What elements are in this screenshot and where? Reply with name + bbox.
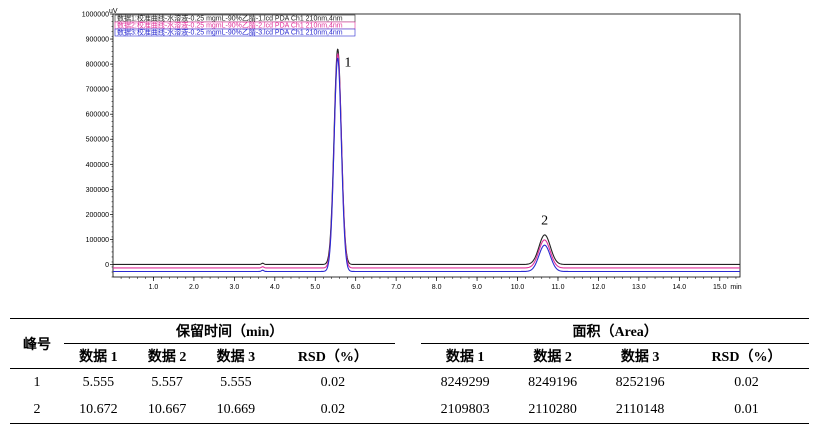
area-rsd-header: RSD（%） [711,350,782,365]
y-tick-label: 800000 [86,62,109,69]
x-tick-label: 11.0 [551,284,564,291]
rt-rsd: 0.02 [320,401,346,417]
y-axis-unit: uV [109,8,118,15]
y-tick-label: 200000 [86,212,109,219]
rt-rsd: 0.02 [320,374,346,390]
x-tick-label: 2.0 [189,284,199,291]
peak-number: 2 [33,401,41,417]
trace-line-1 [113,48,740,266]
x-tick-label: 13.0 [632,284,646,291]
y-tick-label: 0 [105,262,109,269]
chromatogram-plot: 1000000900000800000700000600000500000400… [82,8,742,291]
y-tick-label: 300000 [86,187,109,194]
y-tick-label: 600000 [86,112,109,119]
area-value: 2110148 [615,401,665,417]
x-tick-label: 3.0 [229,284,239,291]
x-tick-label: 4.0 [270,284,280,291]
x-tick-label: 6.0 [351,284,361,291]
area-group-header: 面积（Area） [421,318,809,344]
x-tick-label: 10.0 [511,284,525,291]
x-tick-label: 15.0 [713,284,727,291]
peak-label: 1 [344,56,351,71]
area-value: 2110280 [528,401,577,417]
area-value: 8249299 [440,374,490,390]
rt-value: 5.557 [151,374,183,390]
rt-value: 5.555 [220,374,252,390]
peak-label: 2 [541,213,548,228]
x-tick-label: 14.0 [673,284,687,291]
legend-entry-2: 数据2:校准曲线-水溶液-0.25 mgmL-90%乙腈-2.lcd PDA C… [117,21,343,30]
results-table: 峰号 保留时间（min） 面积（Area） 数据 1 数据 2 数据 3 RSD… [10,318,809,424]
trace-line-2 [113,53,740,269]
row-gap [395,369,421,397]
rt-value: 10.669 [216,401,256,417]
x-tick-label: 9.0 [472,284,482,291]
area-rsd: 0.02 [734,374,759,390]
peak-header: 峰号 [23,337,51,353]
axes: 1000000900000800000700000600000500000400… [82,8,742,291]
y-tick-label: 700000 [86,87,109,94]
x-tick-label: 7.0 [391,284,401,291]
peak-labels: 12 [344,56,548,229]
rt-rsd-header: RSD（%） [297,350,368,365]
legend-entry-3: 数据3:校准曲线-水溶液-0.25 mgmL-90%乙腈-3.lcd PDA C… [117,28,343,37]
area-value: 2109803 [440,401,490,417]
header-gap [395,344,421,369]
area-value: 8249196 [528,374,578,390]
header-gap [395,319,421,344]
rt-group-header: 保留时间（min） [64,318,396,344]
rt-value: 10.667 [147,401,187,417]
x-tick-label: 12.0 [592,284,606,291]
rt-value: 10.672 [79,401,118,417]
chromatogram: 1000000 900000 800000 700000 600000 500000 400… [0,0,819,310]
rt-data2-header: 数据 2 [147,350,187,365]
row-gap [395,396,421,424]
table-row: 1 5.555 5.557 5.555 0.02 8249299 8249196… [10,369,809,397]
x-tick-label: 8.0 [432,284,442,291]
x-tick-label: 5.0 [310,284,320,291]
y-tick-label: 100000 [86,237,109,244]
y-tick-label: 400000 [86,162,109,169]
y-tick-label: 500000 [86,137,109,144]
trace-line-3 [113,57,740,273]
table-header-row-1: 峰号 保留时间（min） 面积（Area） [10,318,809,353]
legend: 数据1:校准曲线-水溶液-0.25 mgmL-90%乙腈-1.lcd PDA C… [114,14,356,37]
area-data2-header: 数据 2 [533,350,572,365]
table-row: 2 10.672 10.667 10.669 0.02 2109803 2110… [10,396,809,424]
table-header-row-2: 数据 1 数据 2 数据 3 RSD（%） 数据 1 数据 2 数据 3 RSD… [10,344,809,369]
area-data3-header: 数据 3 [620,350,660,365]
x-axis-unit: min [730,284,741,291]
rt-data1-header: 数据 1 [79,350,118,365]
legend-entry-1: 数据1:校准曲线-水溶液-0.25 mgmL-90%乙腈-1.lcd PDA C… [117,14,343,23]
y-tick-label: 1000000 [82,12,109,19]
peak-number: 1 [33,374,41,390]
rt-data3-header: 数据 3 [216,350,256,365]
x-tick-label: 1.0 [149,284,159,291]
rt-value: 5.555 [82,374,115,390]
area-data1-header: 数据 1 [445,350,485,365]
traces [113,48,740,273]
area-rsd: 0.01 [734,401,759,417]
area-value: 8252196 [615,374,665,390]
y-tick-label: 900000 [86,37,109,44]
plot-frame [112,13,741,278]
